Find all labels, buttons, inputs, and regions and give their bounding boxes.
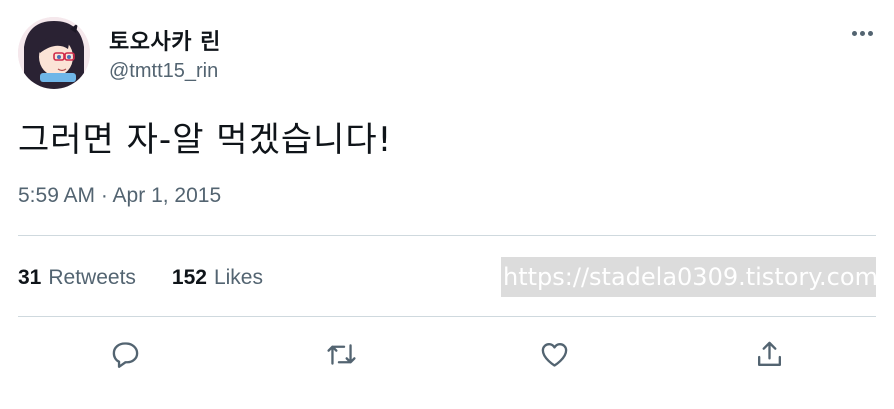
tweet-stats: 31 Retweets 152 Likes: [18, 266, 263, 290]
watermark: https://stadela0309.tistory.com: [501, 257, 876, 297]
retweets-stat[interactable]: 31 Retweets: [18, 266, 136, 290]
likes-stat[interactable]: 152 Likes: [172, 266, 263, 290]
divider: [18, 235, 876, 236]
retweet-icon: [326, 343, 356, 365]
avatar-image: [18, 17, 90, 89]
reply-icon: [112, 341, 138, 368]
avatar[interactable]: [18, 17, 90, 89]
more-options-button[interactable]: [846, 24, 878, 42]
retweets-label: Retweets: [48, 266, 136, 289]
like-button[interactable]: [534, 334, 574, 374]
divider: [18, 316, 876, 317]
likes-label: Likes: [213, 266, 263, 289]
more-horizontal-icon: [851, 30, 857, 36]
display-name[interactable]: 토오사카 린: [109, 24, 221, 56]
tweet-timestamp[interactable]: 5:59 AM · Apr 1, 2015: [18, 184, 221, 208]
reply-button[interactable]: [105, 334, 145, 374]
heart-icon: [541, 342, 567, 367]
retweets-count: 31: [18, 266, 42, 289]
retweet-button[interactable]: [321, 334, 361, 374]
likes-count: 152: [171, 266, 207, 289]
tweet-text: 그러면 자-알 먹겠습니다!: [18, 120, 393, 160]
user-handle[interactable]: @tmtt15_rin: [109, 60, 218, 83]
share-icon: [757, 341, 781, 366]
tweet-actions: [0, 334, 894, 374]
share-button[interactable]: [749, 334, 789, 374]
